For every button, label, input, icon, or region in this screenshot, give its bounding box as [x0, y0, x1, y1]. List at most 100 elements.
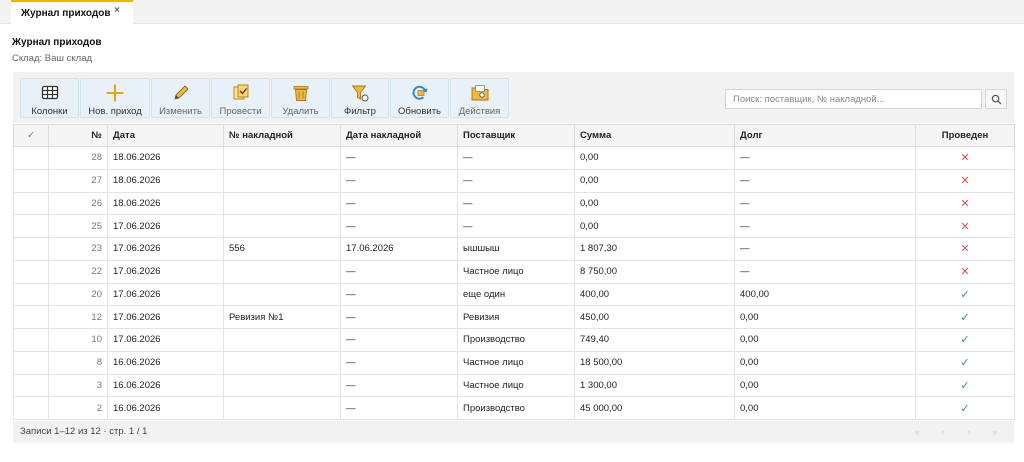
column-header-number[interactable]: № — [48, 124, 108, 147]
row-invoice-date-cell: — — [340, 282, 458, 307]
row-invoice-cell — [223, 350, 341, 375]
row-select-cell[interactable] — [13, 305, 49, 329]
row-invoice-date-cell: — — [340, 259, 458, 284]
row-number-cell: 28 — [48, 146, 108, 170]
prev-page-button[interactable]: ‹ — [932, 425, 954, 439]
post-button-label: Провести — [219, 106, 262, 117]
actions-button[interactable]: Действия — [450, 78, 509, 118]
row-sum-cell: 1 300,00 — [574, 373, 735, 398]
search-input[interactable] — [725, 89, 982, 109]
row-select-cell[interactable] — [13, 237, 49, 261]
search-button[interactable] — [985, 89, 1007, 109]
columns-button[interactable]: Колонки — [20, 78, 79, 118]
row-number-cell: 20 — [48, 282, 108, 307]
row-number-cell: 27 — [48, 168, 108, 193]
row-select-cell[interactable] — [13, 146, 49, 170]
not-posted-cross-icon: ✕ — [960, 152, 970, 165]
delete-button[interactable]: Удалить — [271, 78, 330, 118]
row-supplier-cell: еще один — [457, 282, 575, 307]
not-posted-cross-icon: ✕ — [960, 266, 970, 279]
row-date-cell: 17.06.2026 — [107, 214, 224, 238]
table-row[interactable]: 27 18.06.2026— —0,00— ✕ — [13, 168, 1015, 193]
column-header-select[interactable]: ✓ — [13, 124, 49, 147]
row-number-cell: 26 — [48, 191, 108, 216]
column-header-invoice[interactable]: № накладной — [223, 124, 341, 147]
table-row[interactable]: 23 17.06.2026 556 17.06.2026 ышшыш 1 807,30— ✕ — [13, 237, 1015, 261]
column-header-sum[interactable]: Сумма — [574, 124, 735, 147]
new-receipt-button[interactable]: Нов. приход — [80, 78, 150, 118]
last-page-button[interactable]: » — [984, 425, 1006, 439]
table-row[interactable]: 26 18.06.2026— —0,00— ✕ — [13, 191, 1015, 216]
not-posted-cross-icon: ✕ — [960, 243, 970, 256]
row-date-cell: 17.06.2026 — [107, 328, 224, 352]
table-row[interactable]: 20 17.06.2026— еще один 400,00 400,00 ✓ — [13, 282, 1015, 307]
table-header-row: ✓ № Дата № накладной Дата накладной Пост… — [13, 124, 1015, 147]
row-sum-cell: 0,00 — [574, 214, 735, 238]
row-select-cell[interactable] — [13, 328, 49, 352]
column-header-date[interactable]: Дата — [107, 124, 224, 147]
edit-button-label: Изменить — [159, 106, 202, 117]
row-sum-cell: 749,40 — [574, 328, 735, 352]
post-button[interactable]: Провести — [211, 78, 270, 118]
row-invoice-date-cell: — — [340, 191, 458, 216]
row-date-cell: 17.06.2026 — [107, 305, 224, 329]
table-row[interactable]: 22 17.06.2026— Частное лицо 8 750,00— ✕ — [13, 259, 1015, 284]
next-page-button[interactable]: › — [958, 425, 980, 439]
edit-button[interactable]: Изменить — [151, 78, 210, 118]
row-posted-cell: ✕ — [915, 214, 1015, 238]
first-page-button[interactable]: « — [906, 425, 928, 439]
row-select-cell[interactable] — [13, 373, 49, 398]
row-invoice-date-cell: 17.06.2026 — [340, 237, 458, 261]
row-date-cell: 18.06.2026 — [107, 168, 224, 193]
row-supplier-cell: — — [457, 146, 575, 170]
table-row[interactable]: 28 18.06.2026— —0,00— ✕ — [13, 146, 1015, 170]
row-invoice-date-cell: — — [340, 168, 458, 193]
column-header-posted[interactable]: Проведен — [915, 124, 1015, 147]
filter-button[interactable]: Фильтр — [331, 78, 389, 118]
receipts-table: ✓ № Дата № накладной Дата накладной Пост… — [13, 124, 1015, 420]
row-invoice-cell — [223, 168, 341, 193]
table-row[interactable]: 2 16.06.2026 — Производство 45 000,00 0,00 ✓ — [13, 396, 1015, 420]
row-invoice-date-cell: — — [340, 350, 458, 375]
delete-button-label: Удалить — [282, 106, 319, 117]
row-select-cell[interactable] — [13, 214, 49, 238]
posted-check-icon: ✓ — [960, 334, 970, 347]
row-debt-cell: — — [734, 146, 916, 170]
row-invoice-date-cell: — — [340, 305, 458, 329]
new-receipt-button-label: Нов. приход — [88, 106, 142, 117]
table-row[interactable]: 3 16.06.2026 — Частное лицо 1 300,00 0,00 ✓ — [13, 373, 1015, 398]
row-date-cell: 16.06.2026 — [107, 396, 224, 420]
row-sum-cell: 18 500,00 — [574, 350, 735, 375]
row-select-cell[interactable] — [13, 396, 49, 420]
table-row[interactable]: 8 16.06.2026 — Частное лицо 18 500,00 0,00 ✓ — [13, 350, 1015, 375]
row-select-cell[interactable] — [13, 282, 49, 307]
refresh-icon — [412, 85, 427, 100]
row-invoice-cell — [223, 396, 341, 420]
table-row[interactable]: 12 17.06.2026 Ревизия №1— Ревизия 450,00 0,00… — [13, 305, 1015, 329]
row-posted-cell: ✓ — [915, 373, 1015, 398]
row-date-cell: 16.06.2026 — [107, 373, 224, 398]
row-invoice-date-cell: — — [340, 396, 458, 420]
row-select-cell[interactable] — [13, 191, 49, 216]
column-header-supplier[interactable]: Поставщик — [457, 124, 575, 147]
column-header-debt[interactable]: Долг — [734, 124, 916, 147]
row-sum-cell: 0,00 — [574, 146, 735, 170]
row-select-cell[interactable] — [13, 350, 49, 375]
row-posted-cell: ✓ — [915, 305, 1015, 329]
row-invoice-cell — [223, 328, 341, 352]
row-posted-cell: ✓ — [915, 282, 1015, 307]
table-row[interactable]: 25 17.06.2026— —0,00— ✕ — [13, 214, 1015, 238]
table-row[interactable]: 10 17.06.2026 — Производство 749,40 0,00 ✓ — [13, 328, 1015, 352]
refresh-button[interactable]: Обновить — [390, 78, 449, 118]
row-select-cell[interactable] — [13, 259, 49, 284]
tab-close-icon[interactable]: × — [114, 5, 120, 16]
posted-check-icon: ✓ — [960, 311, 970, 324]
pager: « ‹ › » — [902, 425, 1006, 439]
row-supplier-cell: Производство — [457, 396, 575, 420]
column-header-invoice-date[interactable]: Дата накладной — [340, 124, 458, 147]
row-select-cell[interactable] — [13, 168, 49, 193]
tab-receipts-journal[interactable]: Журнал приходов × — [11, 0, 133, 24]
row-posted-cell: ✓ — [915, 396, 1015, 420]
row-supplier-cell: Ревизия — [457, 305, 575, 329]
row-invoice-cell — [223, 259, 341, 284]
